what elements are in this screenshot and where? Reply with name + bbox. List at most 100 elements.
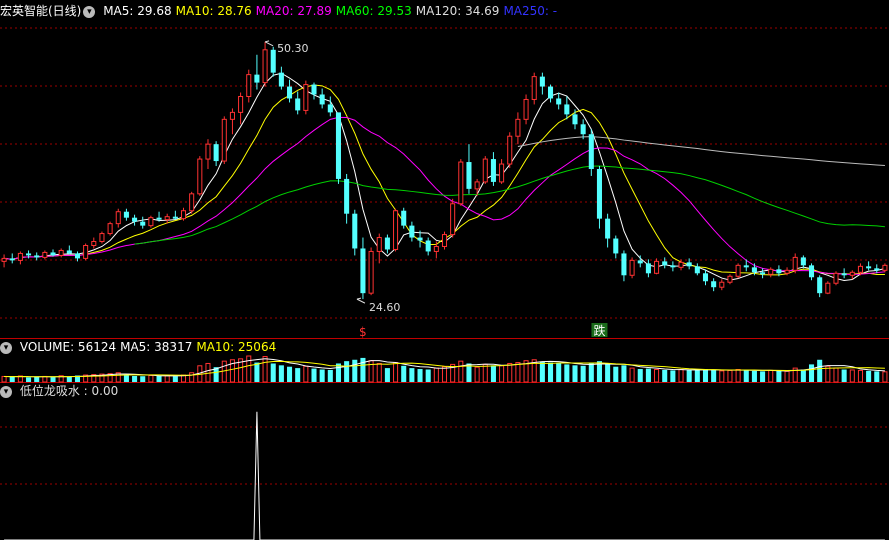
chevron-down-icon[interactable]: ▾ [0, 385, 12, 398]
volume-bar [278, 365, 284, 382]
high-price-label: 50.30 [277, 42, 309, 55]
volume-bar [254, 362, 260, 382]
volume-bar [808, 364, 815, 382]
volume-bar [148, 375, 154, 383]
candle-body [409, 225, 415, 238]
volume-bar [539, 361, 545, 382]
volume-bar [841, 369, 847, 382]
chevron-down-icon[interactable]: ▾ [83, 5, 96, 18]
candle-body [499, 163, 505, 183]
volume-bar [670, 370, 676, 382]
candle-body [132, 217, 138, 222]
candle-body [482, 158, 488, 183]
volume-bar [482, 363, 488, 383]
volume-bar [246, 355, 252, 383]
candle-body [352, 213, 358, 249]
volume-bar [319, 369, 325, 382]
ma120-line [517, 136, 885, 166]
price-panel-header: 宏英智能(日线) ▾ MA5: 29.68 MA10: 28.76 MA20: 27.… [0, 3, 565, 19]
candle-body [238, 95, 244, 113]
candle-body [360, 248, 366, 294]
volume-bar [776, 370, 782, 382]
candle-body [34, 255, 40, 258]
volume-bar [172, 376, 178, 382]
candle-body [825, 282, 831, 294]
volume-bar [262, 356, 268, 383]
candle-body [458, 161, 464, 205]
candle-body [588, 134, 594, 169]
candle-body [441, 234, 448, 247]
volume-bar [547, 362, 554, 382]
volume-indicator-0: VOLUME: 56124 [19, 340, 117, 354]
volume-bar [637, 369, 643, 382]
candle-body [621, 253, 627, 276]
candle-body [556, 98, 562, 105]
volume-bar [1, 375, 7, 383]
candle-body [384, 237, 390, 250]
candle-body [662, 261, 668, 266]
chevron-down-icon[interactable]: ▾ [0, 341, 12, 354]
volume-bar [694, 370, 700, 382]
candle-body [156, 217, 162, 220]
candle-body [270, 49, 276, 73]
price-indicator-1: MA10: 28.76 [175, 4, 252, 18]
volume-bar [743, 369, 749, 382]
candle-body [866, 266, 872, 269]
candle-body [686, 262, 692, 267]
volume-bar [882, 371, 888, 383]
stock-title: 宏英智能(日线) [0, 4, 82, 18]
candle-body [800, 257, 806, 266]
volume-bar [572, 365, 578, 382]
volume-bar [66, 376, 72, 382]
candle-body [393, 210, 399, 250]
candle-body [874, 268, 880, 271]
candle-body [808, 265, 815, 278]
kline-chart[interactable]: 50.30 24.60 $ 跌 [0, 0, 889, 540]
volume-bar [409, 368, 415, 382]
volume-bar [857, 369, 863, 383]
volume-bar [800, 369, 806, 382]
price-indicator-0: MA5: 29.68 [103, 4, 172, 18]
candle-body [751, 267, 757, 273]
candle-body [287, 86, 293, 99]
candle-body [572, 114, 578, 125]
candle-body [295, 98, 301, 111]
signal-indicator-0: 低位龙吸水 : 0.00 [19, 384, 119, 398]
volume-bar [817, 359, 823, 382]
candle-body [180, 210, 187, 220]
candle-body [817, 277, 823, 294]
volume-bars [1, 355, 888, 383]
candle-body [849, 271, 855, 276]
volume-bar [9, 376, 15, 382]
volume-bar [613, 366, 619, 382]
volume-bar [401, 365, 407, 382]
candle-body [760, 272, 766, 275]
candle-body [417, 237, 423, 241]
volume-bar [34, 376, 40, 382]
candle-body [50, 252, 56, 256]
candle-body [115, 211, 121, 225]
volume-bar [352, 359, 358, 382]
candle-body [580, 124, 586, 135]
volume-bar [605, 364, 611, 382]
volume-bar [784, 370, 790, 383]
candle-body [83, 244, 89, 259]
candle-body [433, 245, 439, 252]
candle-body [792, 256, 798, 271]
candle-body [42, 251, 48, 258]
candle-body [490, 159, 496, 182]
volume-indicator-2: MA10: 25064 [196, 340, 277, 354]
volume-bar [295, 368, 301, 382]
candle-body [254, 74, 260, 83]
volume-bar [556, 363, 562, 382]
candle-body [425, 240, 431, 252]
candle-body [221, 118, 227, 162]
volume-bar [270, 363, 276, 382]
candle-body [564, 104, 570, 115]
candle-body [654, 260, 660, 274]
volume-bar [621, 365, 627, 382]
signal-polyline [4, 411, 885, 540]
candle-body [702, 273, 709, 282]
volume-indicator-1: MA5: 38317 [120, 340, 193, 354]
volume-bar [311, 368, 317, 382]
